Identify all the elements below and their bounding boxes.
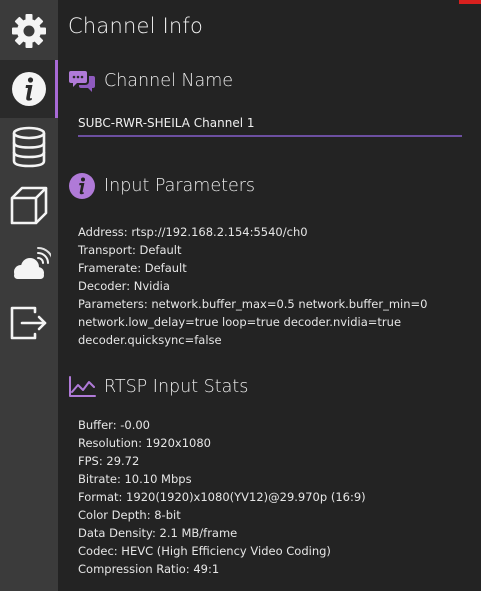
page-title: Channel Info (68, 14, 204, 38)
param-transport: Transport: Default (78, 243, 182, 257)
sidebar (0, 0, 58, 591)
database-icon (12, 126, 46, 168)
channel-name-input[interactable] (78, 113, 462, 137)
stat-resolution: Resolution: 1920x1080 (78, 436, 211, 450)
chat-bubbles-icon (68, 67, 96, 95)
input-parameters-list: Address: rtsp://192.168.2.154:5540/ch0 T… (78, 223, 473, 349)
section-heading: RTSP Input Stats (104, 377, 249, 397)
sidebar-item-export[interactable] (0, 294, 58, 352)
rtsp-stats-header: RTSP Input Stats (68, 373, 248, 401)
stat-bitrate: Bitrate: 10.10 Mbps (78, 472, 192, 486)
param-parameters: Parameters: network.buffer_max=0.5 netwo… (78, 297, 428, 347)
cube-icon (10, 186, 48, 225)
section-heading: Channel Name (104, 71, 234, 91)
gear-icon (12, 14, 46, 48)
line-chart-icon (68, 373, 96, 401)
section-heading: Input Parameters (104, 176, 256, 196)
param-address: Address: rtsp://192.168.2.154:5540/ch0 (78, 225, 308, 239)
export-icon (10, 306, 47, 340)
info-circle-icon (68, 172, 96, 200)
stat-data-density: Data Density: 2.1 MB/frame (78, 526, 238, 540)
stat-format: Format: 1920(1920)x1080(YV12)@29.970p (1… (78, 490, 366, 504)
rtsp-stats-list: Buffer: -0.00 Resolution: 1920x1080 FPS:… (78, 416, 473, 578)
main-content: Channel Info Channel Name Input Paramete… (58, 0, 481, 591)
param-decoder: Decoder: Nvidia (78, 279, 170, 293)
sidebar-item-cube[interactable] (0, 177, 58, 235)
input-parameters-header: Input Parameters (68, 172, 255, 200)
sidebar-item-database[interactable] (0, 118, 58, 176)
channel-name-header: Channel Name (68, 67, 233, 95)
cloud-stream-icon (14, 247, 51, 279)
stat-buffer: Buffer: -0.00 (78, 418, 150, 432)
info-icon (12, 72, 46, 106)
param-framerate: Framerate: Default (78, 261, 187, 275)
stat-compression-ratio: Compression Ratio: 49:1 (78, 562, 220, 576)
sidebar-item-settings[interactable] (0, 2, 58, 60)
stat-color-depth: Color Depth: 8-bit (78, 508, 181, 522)
sidebar-item-cloud[interactable] (0, 236, 58, 294)
stat-fps: FPS: 29.72 (78, 454, 140, 468)
sidebar-item-info[interactable] (0, 60, 58, 118)
stat-codec: Codec: HEVC (High Efficiency Video Codin… (78, 544, 331, 558)
